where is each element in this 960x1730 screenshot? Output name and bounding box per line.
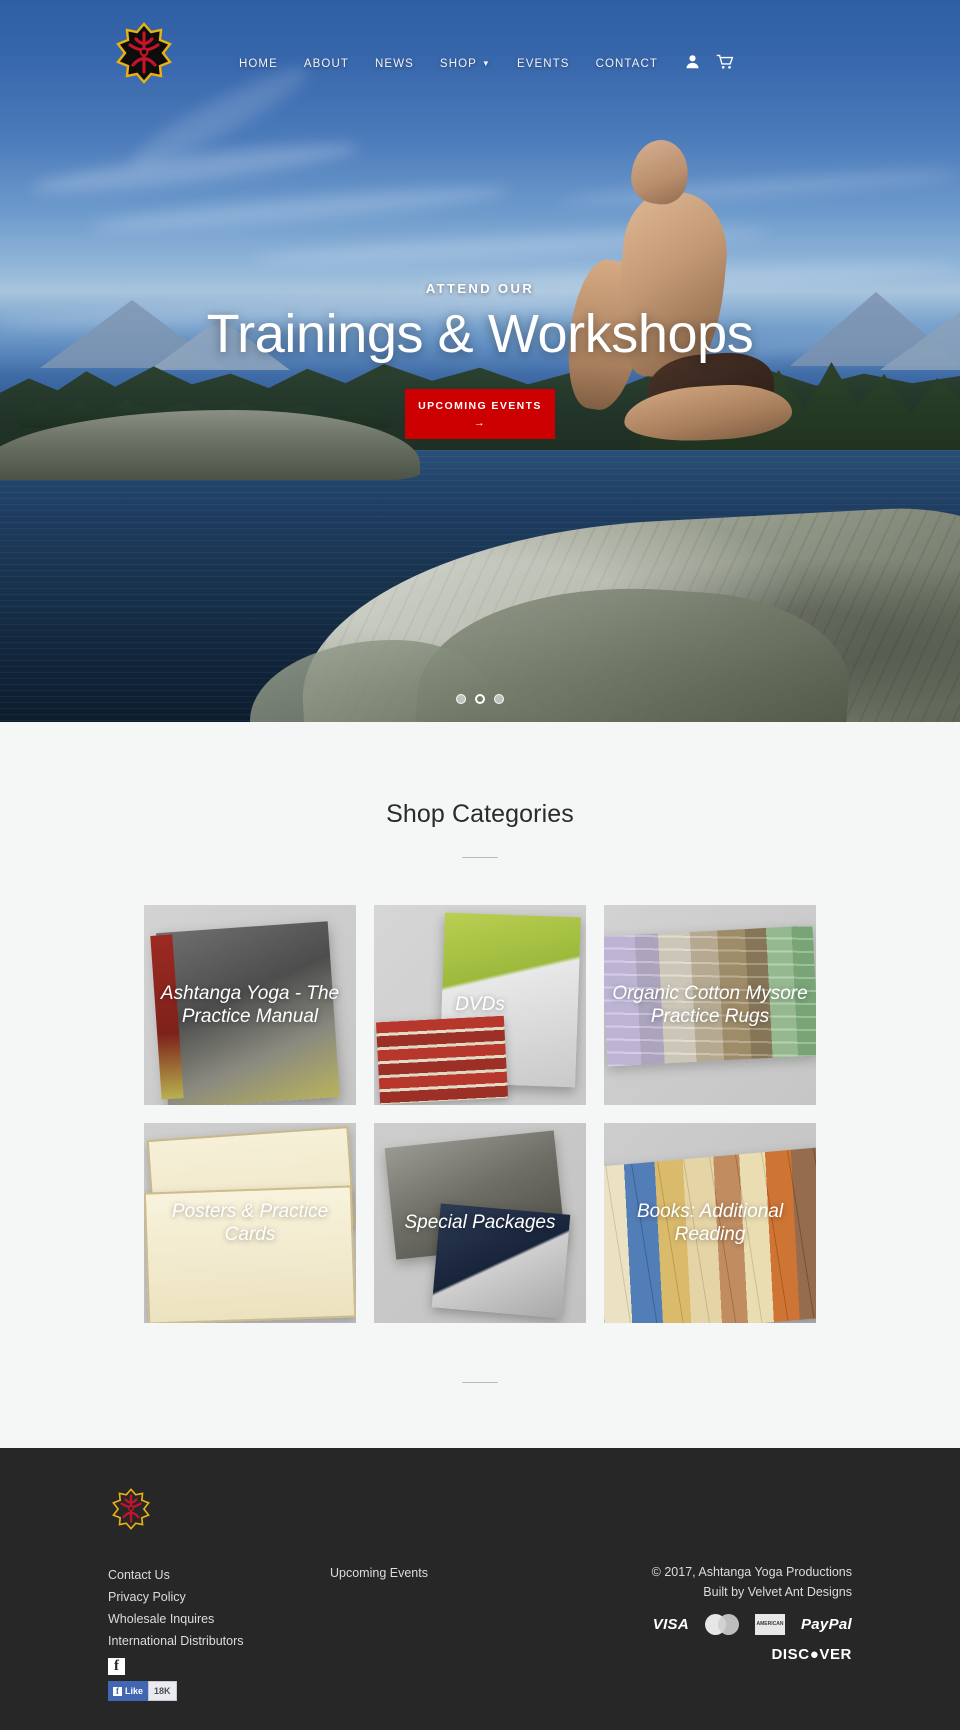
footer-link-wholesale-inquires[interactable]: Wholesale Inquires <box>108 1608 243 1630</box>
amex-icon: AMERICAN <box>754 1614 785 1635</box>
copyright-text: © 2017, Ashtanga Yoga Productions <box>651 1565 852 1579</box>
arrow-right-icon: → <box>473 416 487 429</box>
footer-links-secondary: Upcoming Events <box>330 1564 428 1582</box>
title-divider <box>462 857 498 858</box>
category-tile-label: Organic Cotton Mysore Practice Rugs <box>612 982 808 1027</box>
facebook-icon: f <box>113 1686 122 1696</box>
footer-links-primary: Contact Us Privacy Policy Wholesale Inqu… <box>108 1564 243 1701</box>
section-divider <box>462 1382 498 1383</box>
nav-item-shop-label: SHOP <box>439 58 477 70</box>
payment-methods-row-1: VISA AMERICAN PayPal <box>653 1614 852 1635</box>
hero-slide-dot-1[interactable] <box>456 694 466 704</box>
user-icon[interactable] <box>685 54 700 74</box>
header-icon-group <box>685 54 734 75</box>
footer-link-privacy-policy[interactable]: Privacy Policy <box>108 1586 243 1608</box>
hero-slider-dots[interactable] <box>0 694 960 704</box>
facebook-like-button[interactable]: f Like <box>108 1681 149 1701</box>
facebook-like-widget[interactable]: f Like 18K <box>108 1681 177 1701</box>
category-tile-books-additional-reading[interactable]: Books: Additional Reading <box>604 1123 816 1323</box>
footer-link-upcoming-events[interactable]: Upcoming Events <box>330 1566 428 1580</box>
discover-icon: DISC●VER <box>771 1646 852 1663</box>
nav-item-news[interactable]: NEWS <box>362 52 427 76</box>
page-title: Shop Categories <box>386 800 574 828</box>
nav-item-events[interactable]: EVENTS <box>504 52 583 76</box>
footer-logo[interactable] <box>110 1488 152 1535</box>
nav-item-about[interactable]: ABOUT <box>291 52 362 76</box>
category-tile-label: DVDs <box>455 994 505 1016</box>
hero-slide-dot-3[interactable] <box>494 694 504 704</box>
cart-icon[interactable] <box>716 54 734 75</box>
ashtanga-logo-icon <box>112 1488 150 1530</box>
upcoming-events-button[interactable]: UPCOMING EVENTS → <box>405 389 555 440</box>
category-tile-label: Ashtanga Yoga - The Practice Manual <box>160 982 340 1027</box>
category-tile-dvds[interactable]: DVDs <box>374 905 586 1105</box>
facebook-like-count: 18K <box>148 1681 177 1701</box>
footer-social: f f Like 18K <box>108 1658 243 1701</box>
footer-copyright-block: © 2017, Ashtanga Yoga Productions Built … <box>652 1562 852 1602</box>
footer-link-contact-us[interactable]: Contact Us <box>108 1564 243 1586</box>
shop-categories-section: Shop Categories Ashtanga Yoga - The Prac… <box>0 722 960 1448</box>
paypal-icon: PayPal <box>800 1616 852 1633</box>
nav-item-shop[interactable]: SHOP ▼ <box>427 52 504 76</box>
category-tile-posters-practice-cards[interactable]: Posters & Practice Cards <box>144 1123 356 1323</box>
page-root: ATTEND OUR Trainings & Workshops UPCOMIN… <box>0 0 960 1730</box>
facebook-like-label: Like <box>125 1686 144 1696</box>
built-by-text: Built by Velvet Ant Designs <box>703 1585 852 1599</box>
site-header: HOME ABOUT NEWS SHOP ▼ EVENTS CONTACT <box>0 0 960 122</box>
amex-label-line1: AMERICAN <box>756 1620 784 1627</box>
site-footer: Contact Us Privacy Policy Wholesale Inqu… <box>0 1448 960 1730</box>
chevron-down-icon: ▼ <box>481 59 491 68</box>
nav-item-home[interactable]: HOME <box>226 52 291 76</box>
hero-slide-dot-2[interactable] <box>475 694 485 704</box>
footer-link-international-distributors[interactable]: International Distributors <box>108 1630 243 1652</box>
category-grid: Ashtanga Yoga - The Practice Manual DVDs… <box>144 905 816 1323</box>
category-tile-label: Books: Additional Reading <box>636 1200 784 1245</box>
category-tile-practice-manual[interactable]: Ashtanga Yoga - The Practice Manual <box>144 905 356 1105</box>
upcoming-events-button-label: UPCOMING EVENTS <box>418 400 542 413</box>
category-tile-special-packages[interactable]: Special Packages <box>374 1123 586 1323</box>
category-tile-label: Posters & Practice Cards <box>171 1200 329 1245</box>
nav-item-contact[interactable]: CONTACT <box>583 52 671 76</box>
visa-icon: VISA <box>652 1616 689 1633</box>
payment-methods-row-2: DISC●VER <box>771 1646 852 1664</box>
mastercard-icon <box>704 1614 739 1635</box>
facebook-icon[interactable]: f <box>108 1658 125 1675</box>
hero-kicker: ATTEND OUR <box>425 281 535 296</box>
hero-title: Trainings & Workshops <box>206 304 754 364</box>
main-navigation[interactable]: HOME ABOUT NEWS SHOP ▼ EVENTS CONTACT <box>0 52 960 76</box>
category-tile-mysore-rugs[interactable]: Organic Cotton Mysore Practice Rugs <box>604 905 816 1105</box>
category-tile-label: Special Packages <box>404 1212 556 1234</box>
